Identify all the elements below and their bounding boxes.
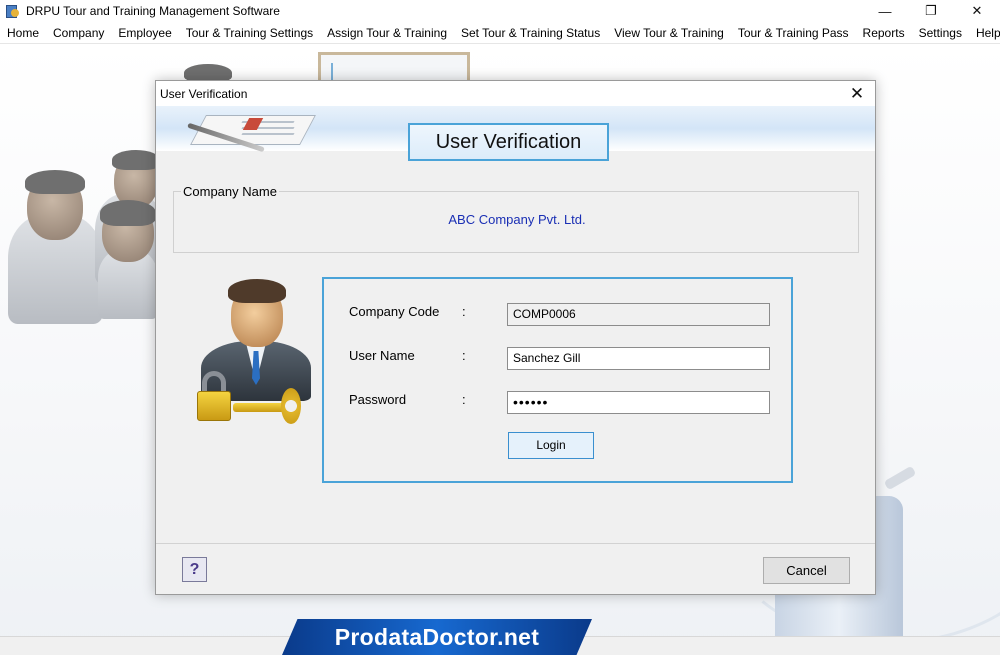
- dialog-titlebar: User Verification ✕: [156, 81, 875, 106]
- menu-tour-training-pass[interactable]: Tour & Training Pass: [731, 22, 856, 44]
- menu-tour-training-settings[interactable]: Tour & Training Settings: [179, 22, 320, 44]
- dialog-footer-separator: [156, 543, 875, 544]
- user-lock-key-icon: [171, 271, 311, 436]
- password-label: Password: [349, 392, 407, 407]
- user-verification-dialog: User Verification ✕ User Verification Co…: [155, 80, 876, 595]
- user-name-colon: :: [462, 348, 466, 363]
- watermark-banner: ProdataDoctor.net: [282, 619, 592, 655]
- window-controls: — ❐ ✕: [862, 0, 1000, 22]
- menu-view-tour-training[interactable]: View Tour & Training: [607, 22, 731, 44]
- company-name-group-label: Company Name: [181, 184, 279, 199]
- menu-assign-tour-training[interactable]: Assign Tour & Training: [320, 22, 454, 44]
- restore-button[interactable]: ❐: [908, 0, 954, 22]
- company-name-group: Company Name ABC Company Pvt. Ltd.: [173, 184, 859, 253]
- password-colon: :: [462, 392, 466, 407]
- close-button[interactable]: ✕: [954, 0, 1000, 22]
- password-field[interactable]: ••••••: [507, 391, 770, 414]
- app-title: DRPU Tour and Training Management Softwa…: [26, 4, 280, 18]
- notebook-icon: [186, 109, 316, 153]
- menu-reports[interactable]: Reports: [856, 22, 912, 44]
- cancel-button[interactable]: Cancel: [763, 557, 850, 584]
- company-code-colon: :: [462, 304, 466, 319]
- minimize-button[interactable]: —: [862, 0, 908, 22]
- menu-employee[interactable]: Employee: [111, 22, 178, 44]
- background-airplane: [878, 459, 918, 499]
- menu-help[interactable]: Help: [969, 22, 1000, 44]
- user-name-label: User Name: [349, 348, 415, 363]
- menu-bar: Home Company Employee Tour & Training Se…: [0, 22, 1000, 44]
- company-code-field[interactable]: COMP0006: [507, 303, 770, 326]
- dialog-title: User Verification: [160, 86, 248, 101]
- watermark-text: ProdataDoctor.net: [334, 623, 540, 650]
- login-button[interactable]: Login: [508, 432, 594, 459]
- menu-company[interactable]: Company: [46, 22, 111, 44]
- banner-title: User Verification: [408, 123, 609, 161]
- app-titlebar: DRPU Tour and Training Management Softwa…: [0, 0, 1000, 22]
- menu-set-tour-training-status[interactable]: Set Tour & Training Status: [454, 22, 607, 44]
- company-name-value: ABC Company Pvt. Ltd.: [448, 212, 586, 227]
- company-code-label: Company Code: [349, 304, 440, 319]
- menu-home[interactable]: Home: [0, 22, 46, 44]
- app-icon: [4, 3, 20, 19]
- user-name-field[interactable]: Sanchez Gill: [507, 347, 770, 370]
- dialog-close-icon[interactable]: ✕: [845, 83, 869, 104]
- help-icon[interactable]: ?: [182, 557, 207, 582]
- login-form: Company Code : COMP0006 User Name : Sanc…: [322, 277, 793, 483]
- menu-settings[interactable]: Settings: [912, 22, 969, 44]
